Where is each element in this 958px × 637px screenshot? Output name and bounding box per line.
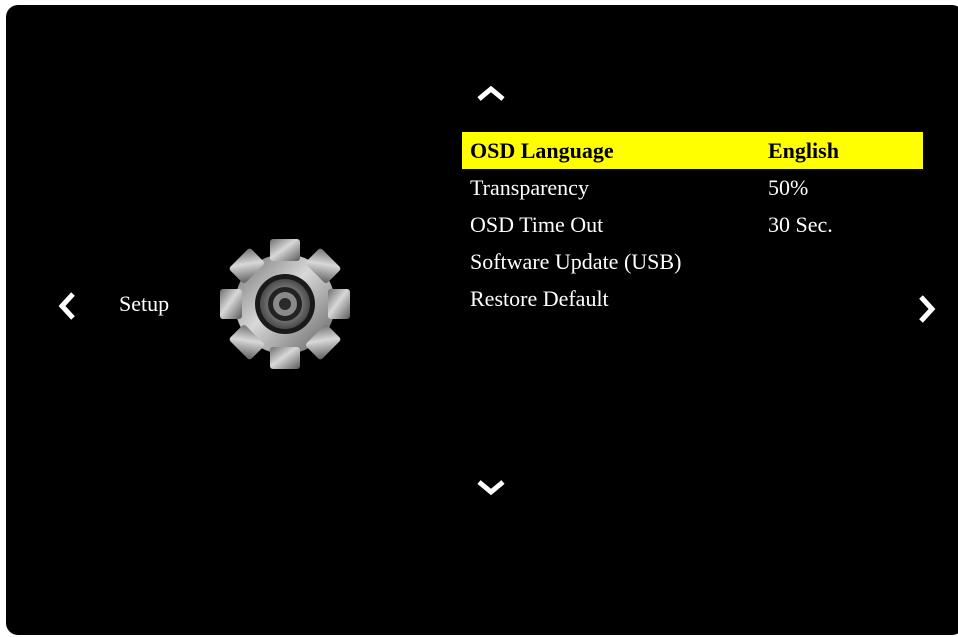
menu-item-value: 50% [768, 175, 809, 200]
menu-item-label: Restore Default [470, 286, 609, 311]
chevron-up-icon[interactable] [476, 84, 506, 102]
category-label: Setup [119, 291, 170, 316]
gear-icon [220, 239, 350, 369]
menu-item-restore-default[interactable]: Restore Default [462, 280, 923, 317]
setup-menu: OSD Language English Transparency 50% OS… [462, 132, 923, 317]
menu-item-label: Transparency [470, 175, 589, 200]
chevron-left-icon[interactable] [58, 292, 76, 320]
menu-item-label: OSD Language [470, 138, 614, 163]
menu-item-software-update[interactable]: Software Update (USB) [462, 243, 923, 280]
menu-item-transparency[interactable]: Transparency 50% [462, 169, 923, 206]
menu-item-label: OSD Time Out [470, 212, 604, 237]
menu-item-label: Software Update (USB) [470, 249, 682, 274]
chevron-down-icon[interactable] [476, 479, 506, 497]
menu-item-osd-time-out[interactable]: OSD Time Out 30 Sec. [462, 206, 923, 243]
osd-screen: Setup OSD Language English Transparency … [6, 5, 958, 635]
menu-item-osd-language[interactable]: OSD Language English [462, 132, 923, 169]
menu-item-value: 30 Sec. [768, 212, 833, 237]
menu-item-value: English [768, 138, 839, 163]
chevron-right-icon[interactable] [918, 295, 936, 323]
